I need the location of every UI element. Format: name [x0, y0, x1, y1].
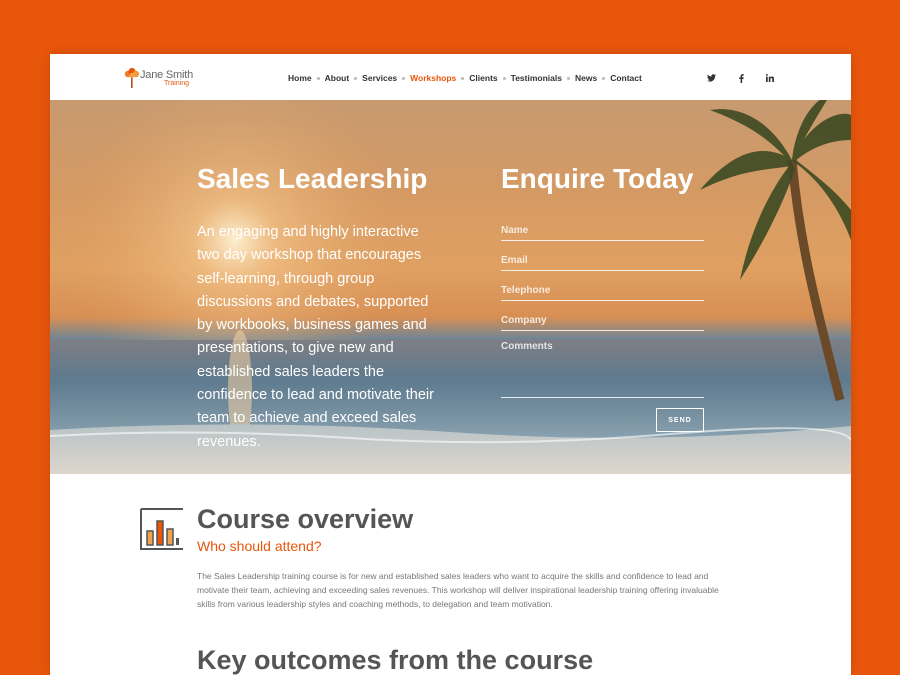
- company-input[interactable]: [501, 310, 704, 331]
- hero-description: An engaging and highly interactive two d…: [197, 224, 434, 450]
- brand-subtitle: Training: [164, 80, 190, 87]
- facebook-icon[interactable]: [734, 71, 748, 85]
- telephone-field-wrapper: [501, 280, 704, 301]
- hero-section: Sales Leadership An engaging and highly …: [50, 100, 851, 474]
- nav-news[interactable]: News: [575, 73, 597, 83]
- nav-separator: [354, 76, 358, 80]
- nav-home[interactable]: Home: [288, 73, 312, 83]
- tree-logo-icon: [124, 67, 140, 88]
- nav-separator: [402, 76, 406, 80]
- nav-separator: [566, 76, 570, 80]
- nav-clients[interactable]: Clients: [469, 73, 497, 83]
- nav-services[interactable]: Services: [362, 73, 397, 83]
- company-field-wrapper: [501, 310, 704, 331]
- name-input[interactable]: [501, 220, 704, 241]
- twitter-icon[interactable]: [704, 71, 718, 85]
- hero-title: Sales Leadership: [197, 163, 428, 194]
- name-field-wrapper: [501, 220, 704, 241]
- nav-contact[interactable]: Contact: [610, 73, 642, 83]
- website-page: Jane Smith Training Home About Services …: [50, 54, 851, 675]
- course-overview-title: Course overview: [197, 504, 414, 534]
- nav-separator: [316, 76, 320, 80]
- nav-separator: [461, 76, 465, 80]
- bar-chart-icon: [140, 508, 183, 550]
- linkedin-icon[interactable]: [763, 71, 777, 85]
- telephone-input[interactable]: [501, 280, 704, 301]
- course-overview-text: The Sales Leadership training course is …: [197, 571, 719, 609]
- main-nav: Home About Services Workshops Clients Te…: [288, 71, 642, 85]
- site-header: Jane Smith Training Home About Services …: [50, 54, 851, 100]
- nav-separator: [602, 76, 606, 80]
- course-overview-subtitle: Who should attend?: [197, 538, 322, 554]
- nav-workshops[interactable]: Workshops: [410, 73, 456, 83]
- send-button[interactable]: SEND: [656, 408, 704, 432]
- email-field-wrapper: [501, 250, 704, 271]
- enquiry-title: Enquire Today: [501, 163, 694, 194]
- key-outcomes-title: Key outcomes from the course: [197, 645, 594, 675]
- comments-textarea[interactable]: [501, 341, 704, 397]
- email-input[interactable]: [501, 250, 704, 271]
- nav-separator: [502, 76, 506, 80]
- comments-field-wrapper: [501, 341, 704, 398]
- beach-sunset-image: [50, 100, 851, 474]
- nav-about[interactable]: About: [325, 73, 350, 83]
- nav-testimonials[interactable]: Testimonials: [511, 73, 562, 83]
